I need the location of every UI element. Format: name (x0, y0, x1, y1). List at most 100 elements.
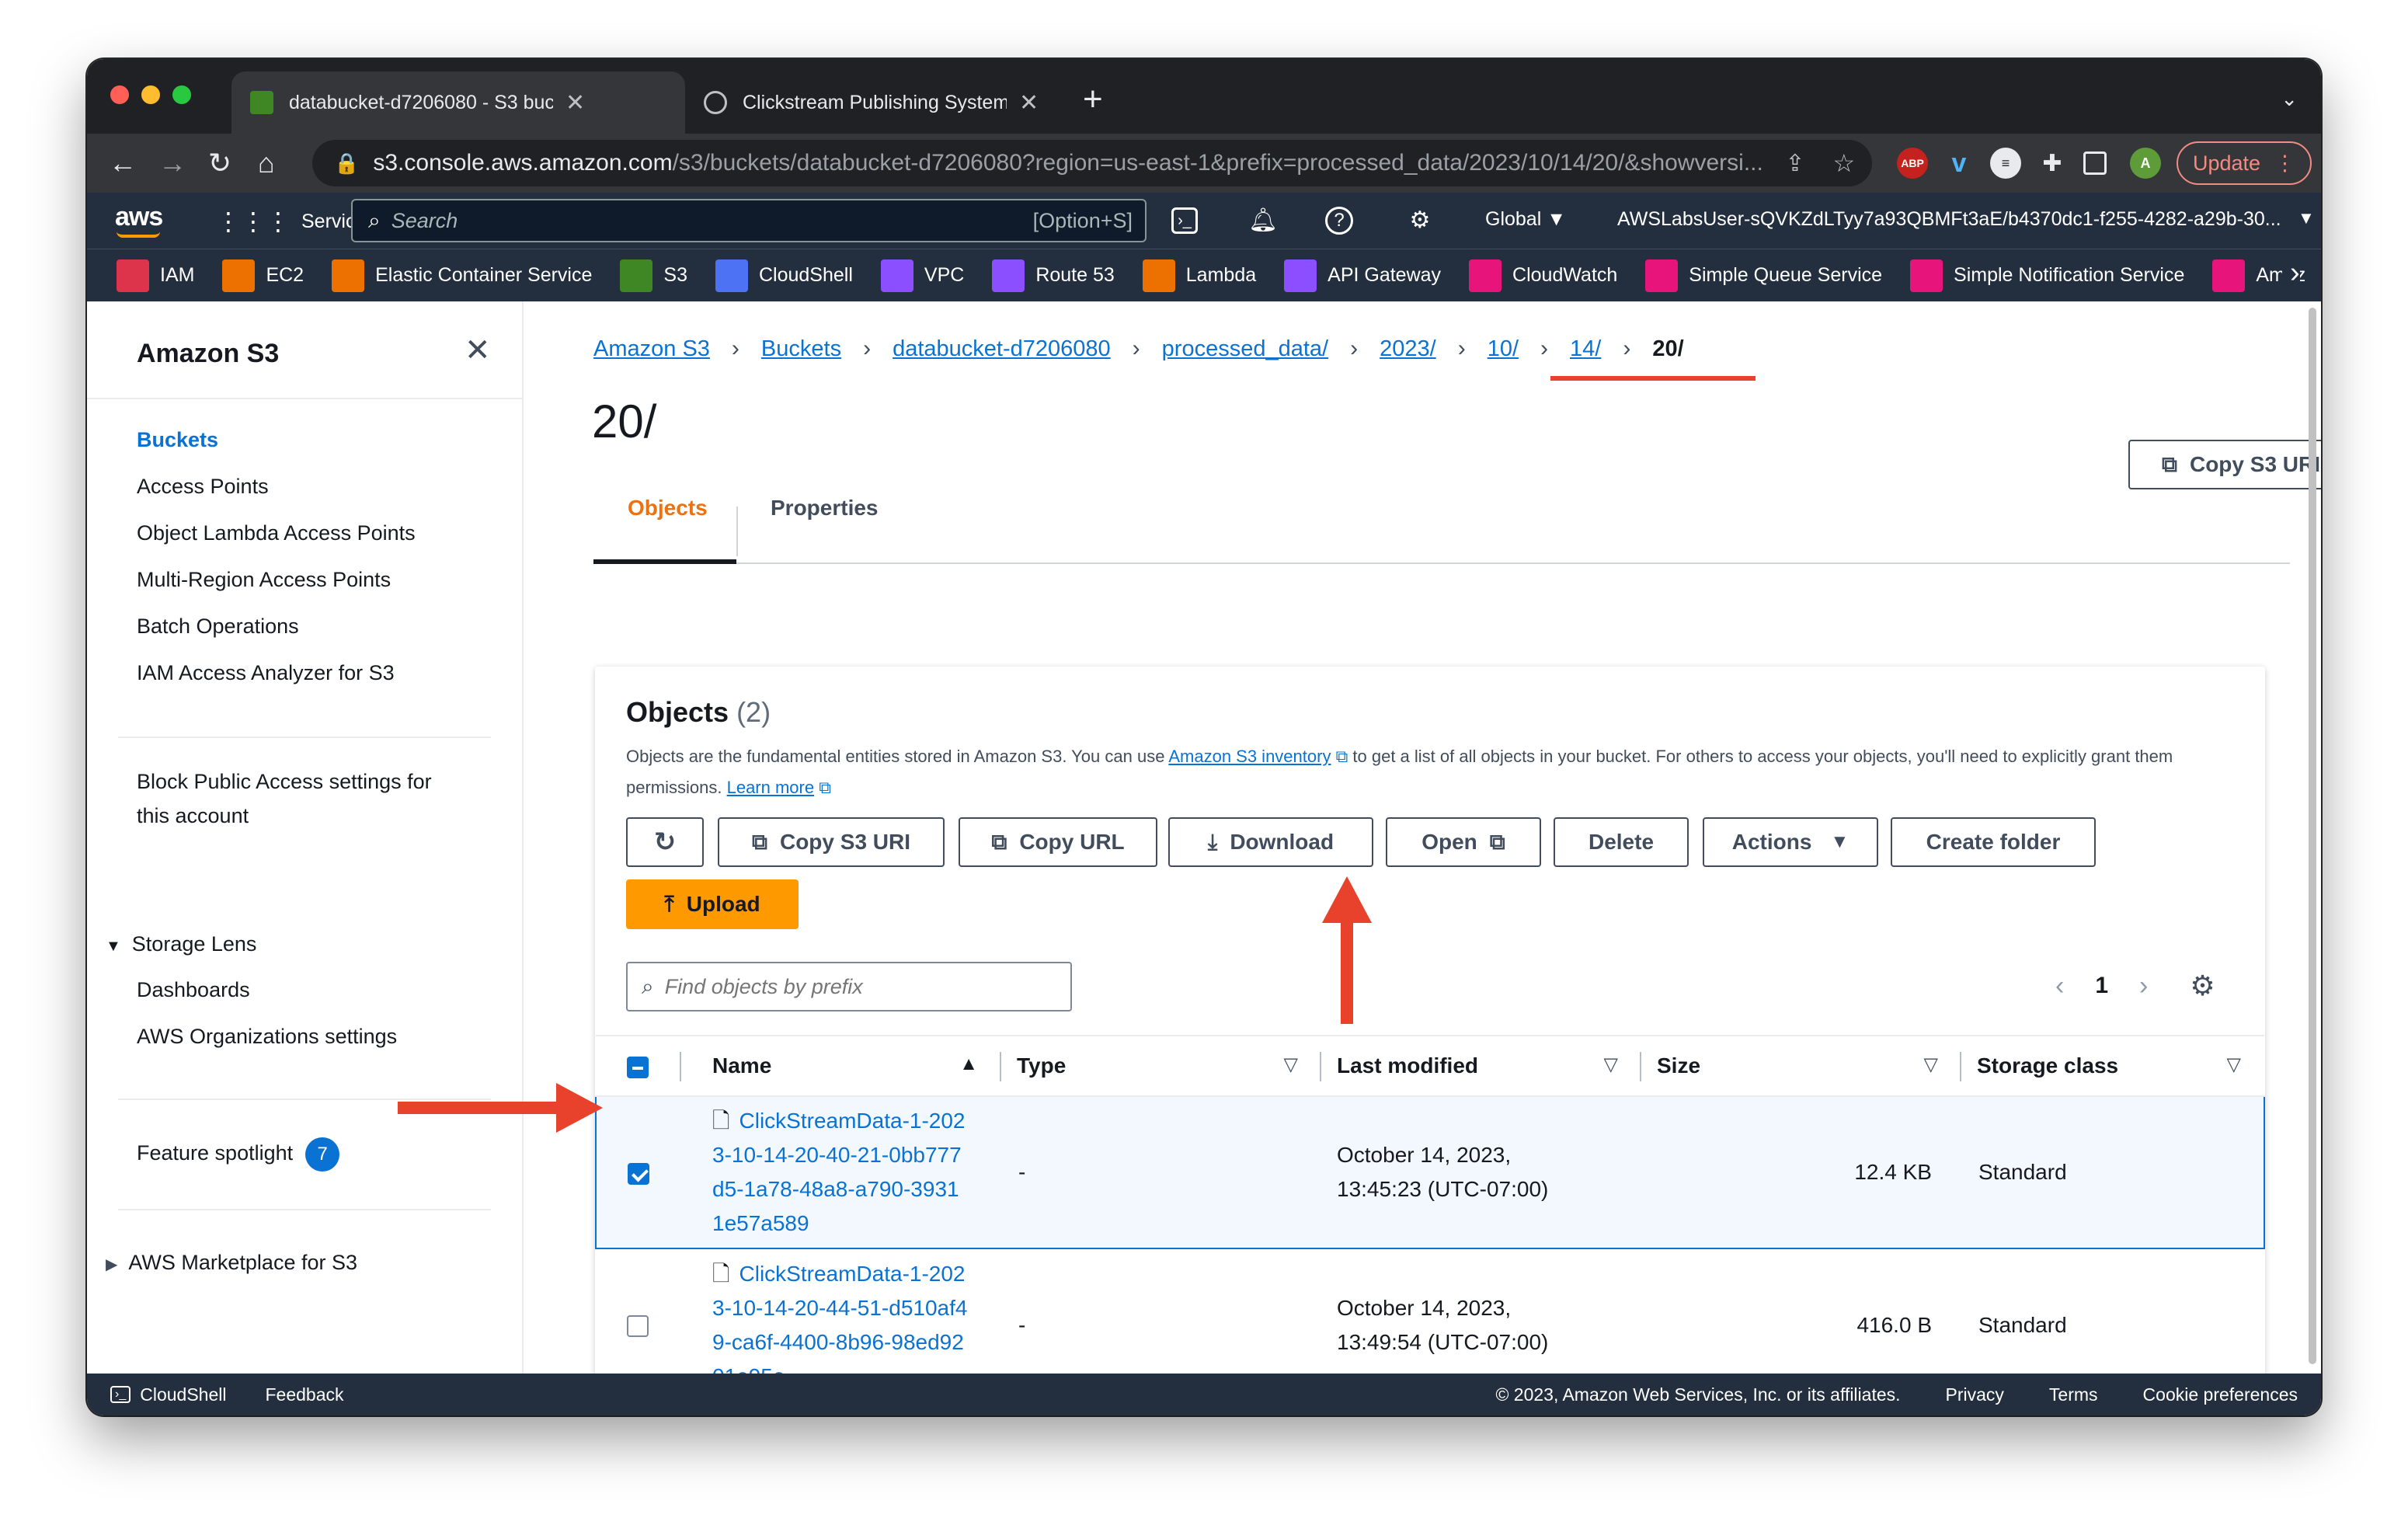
sidebar-item-aws-organizations-settings[interactable]: AWS Organizations settings (137, 1019, 397, 1053)
breadcrumb-14[interactable]: 14/ (1570, 336, 1601, 362)
footer-privacy[interactable]: Privacy (1946, 1384, 2004, 1405)
favorite-lambda[interactable]: Lambda (1142, 259, 1256, 292)
copy-s3-uri-header-button[interactable]: ⧉ Copy S3 URI (2128, 440, 2321, 489)
actions-dropdown[interactable]: Actions ▼ (1703, 817, 1878, 867)
storage-lens-section[interactable]: ▼ Storage Lens (106, 932, 256, 956)
copy-s3-uri-button[interactable]: ⧉ Copy S3 URI (718, 817, 945, 867)
help-icon[interactable]: ? (1325, 207, 1353, 235)
find-objects-search[interactable]: ⌕ (626, 962, 1072, 1011)
favorite-ec2[interactable]: EC2 (222, 259, 304, 292)
object-name-link[interactable]: 🗋 ClickStreamData-1-2023-10-14-20-40-21-0… (712, 1104, 969, 1241)
cloudshell-footer-icon[interactable]: ›_ (110, 1386, 131, 1403)
favorite-vpc[interactable]: VPC (880, 259, 964, 292)
column-last-modified[interactable]: Last modified ▽ (1321, 1035, 1641, 1097)
sidebar-item-feature-spotlight[interactable]: Feature spotlight 7 (137, 1136, 340, 1172)
prev-page-icon[interactable]: ‹ (2055, 971, 2064, 1001)
favorite-iam[interactable]: IAM (117, 259, 194, 292)
bookmark-star-icon[interactable]: ☆ (1833, 148, 1856, 178)
copy-url-button[interactable]: ⧉ Copy URL (959, 817, 1157, 867)
favorite-api-gateway[interactable]: API Gateway (1284, 259, 1441, 292)
close-window-button[interactable] (110, 85, 129, 104)
sidebar-item-buckets[interactable]: Buckets (137, 423, 218, 457)
learn-more-link[interactable]: Learn more (727, 778, 815, 797)
breadcrumb-10[interactable]: 10/ (1488, 336, 1519, 362)
favorite-elastic-container-service[interactable]: Elastic Container Service (332, 259, 592, 292)
tab-search-chevron-icon[interactable]: ⌄ (2281, 87, 2298, 111)
column-name[interactable]: Name ▲ (681, 1035, 1001, 1097)
favorite-simple-queue-service[interactable]: Simple Queue Service (1645, 259, 1882, 292)
table-settings-gear-icon[interactable]: ⚙ (2190, 970, 2215, 1002)
s3-inventory-link[interactable]: Amazon S3 inventory (1168, 747, 1331, 766)
breadcrumb-amazon-s3[interactable]: Amazon S3 (593, 336, 710, 362)
back-arrow-icon[interactable]: ← (109, 144, 137, 182)
favorite-cloudwatch[interactable]: CloudWatch (1469, 259, 1617, 292)
download-button[interactable]: ⤓ Download (1168, 817, 1373, 867)
upload-button[interactable]: ⤒ Upload (626, 879, 799, 929)
forward-arrow-icon[interactable]: → (158, 144, 186, 182)
adblock-extension-icon[interactable]: ABP (1897, 148, 1928, 179)
browser-tab-clickstream[interactable]: Clickstream Publishing System ✕ (685, 71, 1074, 134)
column-size[interactable]: Size ▽ (1641, 1035, 1961, 1097)
sidebar-item-multi-region-access-points[interactable]: Multi-Region Access Points (137, 562, 391, 597)
sidebar-item-object-lambda-access-points[interactable]: Object Lambda Access Points (137, 516, 416, 550)
aws-logo[interactable]: aws (115, 202, 163, 232)
share-icon[interactable]: ⇪ (1785, 150, 1804, 177)
page-number[interactable]: 1 (2095, 973, 2108, 999)
settings-gear-icon[interactable]: ⚙ (1403, 204, 1437, 238)
breadcrumb-buckets[interactable]: Buckets (761, 336, 841, 362)
favorite-route-53[interactable]: Route 53 (992, 259, 1115, 292)
sidebar-item-iam-access-analyzer[interactable]: IAM Access Analyzer for S3 (137, 656, 395, 690)
create-folder-button[interactable]: Create folder (1891, 817, 2096, 867)
sidebar-item-access-points[interactable]: Access Points (137, 469, 269, 503)
url-bar[interactable]: 🔒 s3.console.aws.amazon.com/s3/buckets/d… (312, 140, 1872, 186)
puzzle-extensions-icon[interactable]: ✚ (2037, 148, 2068, 179)
vimeo-extension-icon[interactable]: v (1943, 148, 1975, 179)
update-button[interactable]: Update ⋮ (2177, 141, 2312, 185)
favorite-simple-notification-service[interactable]: Simple Notification Service (1910, 259, 2184, 292)
next-page-icon[interactable]: › (2139, 971, 2148, 1001)
cloudshell-icon[interactable]: ›_ (1171, 207, 1198, 234)
column-type[interactable]: Type ▽ (1001, 1035, 1321, 1097)
tab-properties[interactable]: Properties (771, 496, 879, 521)
reload-icon[interactable]: ↻ (208, 144, 231, 182)
page-scrollbar[interactable] (2309, 308, 2316, 1364)
list-extension-icon[interactable]: ≡ (1990, 148, 2021, 179)
account-menu[interactable]: AWSLabsUser-sQVKZdLTyy7a93QBMFt3aE/b4370… (1617, 208, 2301, 231)
breadcrumb-2023[interactable]: 2023/ (1380, 336, 1436, 362)
footer-terms[interactable]: Terms (2049, 1384, 2098, 1405)
favorites-scroll-right-icon[interactable]: › (2282, 256, 2300, 290)
maximize-window-button[interactable] (172, 85, 191, 104)
account-caret-down-icon[interactable]: ▼ (2298, 208, 2315, 228)
minimize-window-button[interactable] (141, 85, 160, 104)
row-checkbox[interactable] (628, 1162, 649, 1185)
close-tab-icon[interactable]: ✕ (1019, 89, 1039, 117)
column-storage-class[interactable]: Storage class ▽ (1961, 1035, 2264, 1097)
close-tab-icon[interactable]: ✕ (565, 89, 585, 117)
find-objects-input[interactable] (664, 974, 1038, 999)
browser-tab-s3[interactable]: databucket-d7206080 - S3 bucket ✕ (231, 71, 685, 134)
refresh-button[interactable]: ↻ (626, 817, 704, 867)
profile-avatar[interactable]: A (2130, 148, 2161, 179)
console-search-input[interactable]: ⌕ Search [Option+S] (351, 199, 1147, 242)
breadcrumb-bucket[interactable]: databucket-d7206080 (893, 336, 1111, 362)
select-all-checkbox[interactable] (627, 1056, 649, 1078)
favorite-cloudshell[interactable]: CloudShell (715, 259, 853, 292)
breadcrumb-processed-data[interactable]: processed_data/ (1162, 336, 1328, 362)
open-button[interactable]: Open ⧉ (1386, 817, 1541, 867)
tab-objects[interactable]: Objects (628, 496, 708, 521)
favorite-s3[interactable]: S3 (620, 259, 687, 292)
footer-cloudshell[interactable]: CloudShell (140, 1384, 226, 1405)
delete-button[interactable]: Delete (1554, 817, 1689, 867)
home-icon[interactable]: ⌂ (258, 144, 275, 182)
footer-cookie-preferences[interactable]: Cookie preferences (2143, 1384, 2298, 1405)
new-tab-plus-icon[interactable]: + (1083, 82, 1103, 117)
region-selector[interactable]: Global ▼ (1485, 208, 1566, 231)
sidebar-item-block-public-access[interactable]: Block Public Access settings for this ac… (137, 764, 432, 833)
sidebar-item-batch-operations[interactable]: Batch Operations (137, 609, 299, 643)
table-row[interactable]: 🗋 ClickStreamData-1-2023-10-14-20-40-21-0… (595, 1095, 2265, 1249)
footer-feedback[interactable]: Feedback (265, 1384, 343, 1405)
sidebar-item-dashboards[interactable]: Dashboards (137, 973, 250, 1007)
notifications-bell-icon[interactable]: 🔔︎ (1246, 204, 1280, 238)
sidebar-item-aws-marketplace[interactable]: ▶ AWS Marketplace for S3 (106, 1251, 357, 1275)
row-checkbox[interactable] (627, 1315, 649, 1338)
